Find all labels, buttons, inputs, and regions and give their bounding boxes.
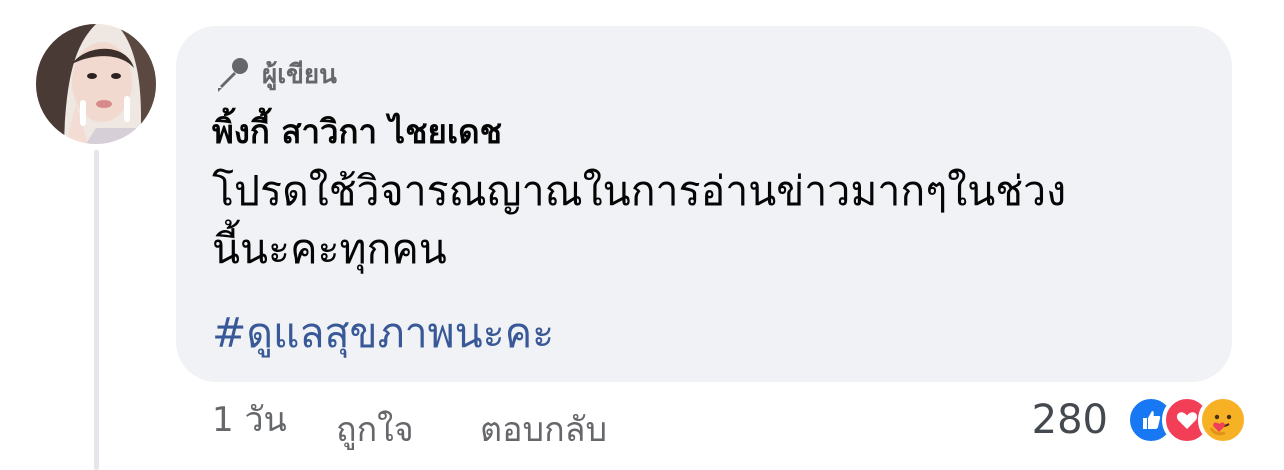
microphone-icon	[218, 58, 248, 92]
reaction-summary[interactable]: 280	[1032, 392, 1248, 448]
hashtag-link[interactable]: #ดูแลสุขภาพนะคะ	[212, 304, 554, 362]
care-icon	[1198, 395, 1248, 445]
like-button[interactable]: ถูกใจ	[336, 408, 414, 452]
comment-timestamp[interactable]: 1 วัน	[212, 398, 287, 442]
author-badge-label: ผู้เขียน	[262, 59, 337, 90]
reaction-count: 280	[1031, 397, 1108, 443]
reply-button[interactable]: ตอบกลับ	[480, 408, 607, 452]
avatar[interactable]	[36, 24, 156, 144]
avatar-photo	[36, 24, 156, 144]
author-name[interactable]: พิ้งกี้ สาวิกา ไชยเดช	[212, 110, 502, 154]
reaction-icons	[1126, 395, 1248, 445]
comment-text: โปรดใช้วิจารณญาณในการอ่านข่าวมากๆในช่วง …	[212, 167, 1067, 273]
author-badge: ผู้เขียน	[212, 54, 337, 94]
reply-thread-line	[94, 150, 99, 470]
